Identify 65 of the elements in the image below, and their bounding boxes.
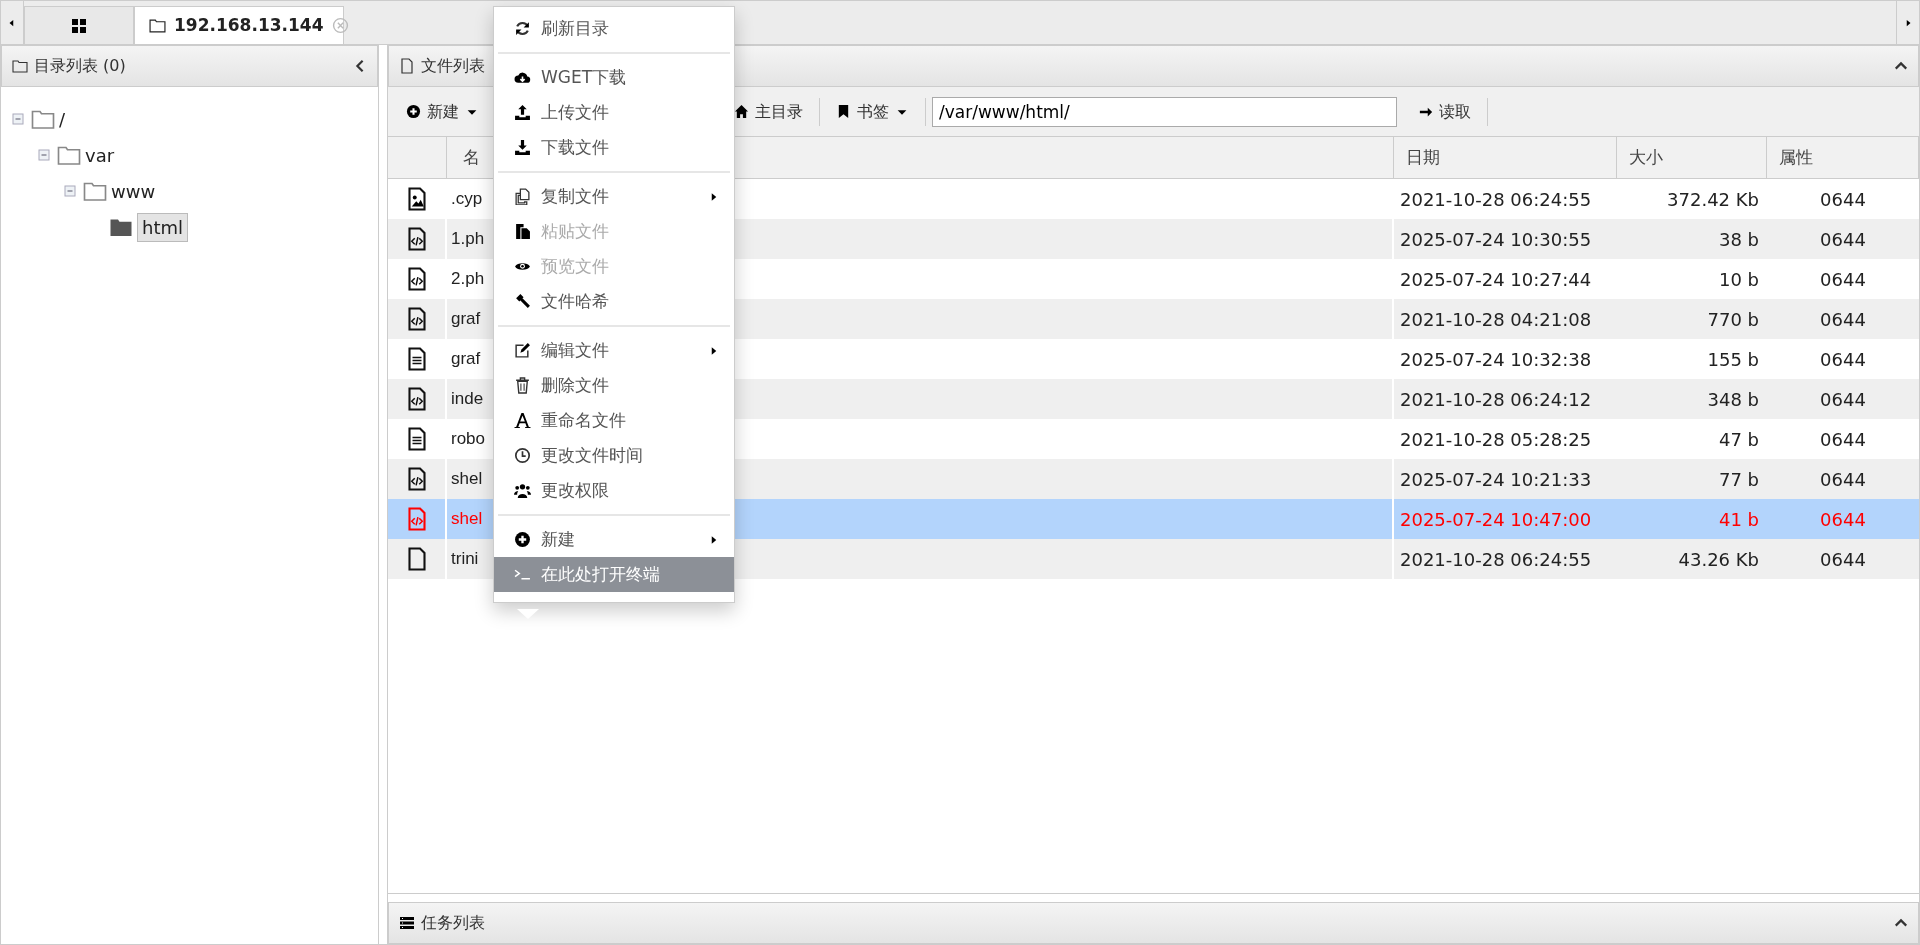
file-permissions: 0644: [1767, 299, 1919, 339]
panel-title: 目录列表 (0): [34, 55, 126, 77]
file-date: 2025-07-24 10:32:38: [1399, 347, 1593, 372]
file-permissions: 0644: [1767, 459, 1919, 499]
tab-label: 192.168.13.144: [174, 13, 324, 37]
file-name: graf: [451, 308, 481, 331]
menu-item[interactable]: 文件哈希: [494, 284, 734, 319]
tree-item[interactable]: /: [59, 105, 66, 133]
panel-title: 文件列表: [421, 55, 485, 77]
file-size: 155 b: [1706, 347, 1760, 372]
toolbar-button[interactable]: 新建: [396, 95, 489, 128]
file-date: 2025-07-24 10:27:44: [1399, 267, 1593, 292]
file-date: 2021-10-28 06:24:55: [1394, 539, 1617, 579]
file-name: 2.ph: [451, 268, 485, 291]
tree-item[interactable]: html: [137, 212, 188, 242]
file-size: 43.26 Kb: [1617, 539, 1767, 579]
menu-item[interactable]: 刷新目录: [494, 11, 734, 46]
panel-title: 任务列表: [421, 912, 485, 934]
file-permissions: 0644: [1767, 379, 1919, 419]
file-date: 2021-10-28 06:24:12: [1394, 379, 1617, 419]
column-header[interactable]: 日期: [1394, 137, 1617, 178]
file-date: 2025-07-24 10:21:33: [1394, 459, 1617, 499]
file-permissions: 0644: [1767, 539, 1919, 579]
file-name: inde: [451, 388, 484, 411]
read-button[interactable]: 读取: [1409, 95, 1481, 128]
column-header[interactable]: 属性: [1767, 137, 1919, 178]
menu-item[interactable]: 新建: [494, 522, 734, 557]
file-date: 2025-07-24 10:30:55: [1394, 219, 1617, 259]
file-name: 1.ph: [451, 228, 485, 251]
file-name: shel: [451, 468, 483, 491]
file-size: 47 b: [1717, 427, 1760, 452]
column-header[interactable]: 大小: [1617, 137, 1767, 178]
menu-item[interactable]: 更改文件时间: [494, 438, 734, 473]
file-name: .cyp: [451, 188, 483, 211]
file-date: 2021-10-28 04:21:08: [1394, 299, 1617, 339]
file-permissions: 0644: [1819, 187, 1867, 212]
file-permissions: 0644: [1767, 499, 1919, 539]
file-size: 10 b: [1717, 267, 1760, 292]
menu-item[interactable]: 重命名文件: [494, 403, 734, 438]
file-size: 77 b: [1617, 459, 1767, 499]
file-date: 2025-07-24 10:47:00: [1394, 499, 1617, 539]
menu-item[interactable]: 删除文件: [494, 368, 734, 403]
file-permissions: 0644: [1819, 267, 1867, 292]
menu-item[interactable]: 编辑文件: [494, 333, 734, 368]
tree-item[interactable]: var: [85, 141, 115, 169]
file-name: trini: [451, 548, 479, 571]
menu-item[interactable]: WGET下载: [494, 60, 734, 95]
file-date: 2021-10-28 05:28:25: [1399, 427, 1593, 452]
tree-item[interactable]: www: [111, 177, 156, 205]
file-name: robo: [451, 428, 486, 451]
menu-item[interactable]: 更改权限: [494, 473, 734, 508]
file-size: 372.42 Kb: [1666, 187, 1760, 212]
file-size: 41 b: [1617, 499, 1767, 539]
file-permissions: 0644: [1819, 427, 1867, 452]
file-size: 38 b: [1617, 219, 1767, 259]
file-date: 2021-10-28 06:24:55: [1399, 187, 1593, 212]
path-field[interactable]: /var/www/html/: [932, 96, 1397, 127]
toolbar-button[interactable]: 书签: [826, 95, 919, 128]
file-name: shel: [451, 508, 483, 531]
file-permissions: 0644: [1767, 219, 1919, 259]
file-size: 348 b: [1617, 379, 1767, 419]
file-permissions: 0644: [1819, 347, 1867, 372]
file-name: graf: [451, 348, 481, 371]
menu-item[interactable]: 复制文件: [494, 179, 734, 214]
file-size: 770 b: [1617, 299, 1767, 339]
